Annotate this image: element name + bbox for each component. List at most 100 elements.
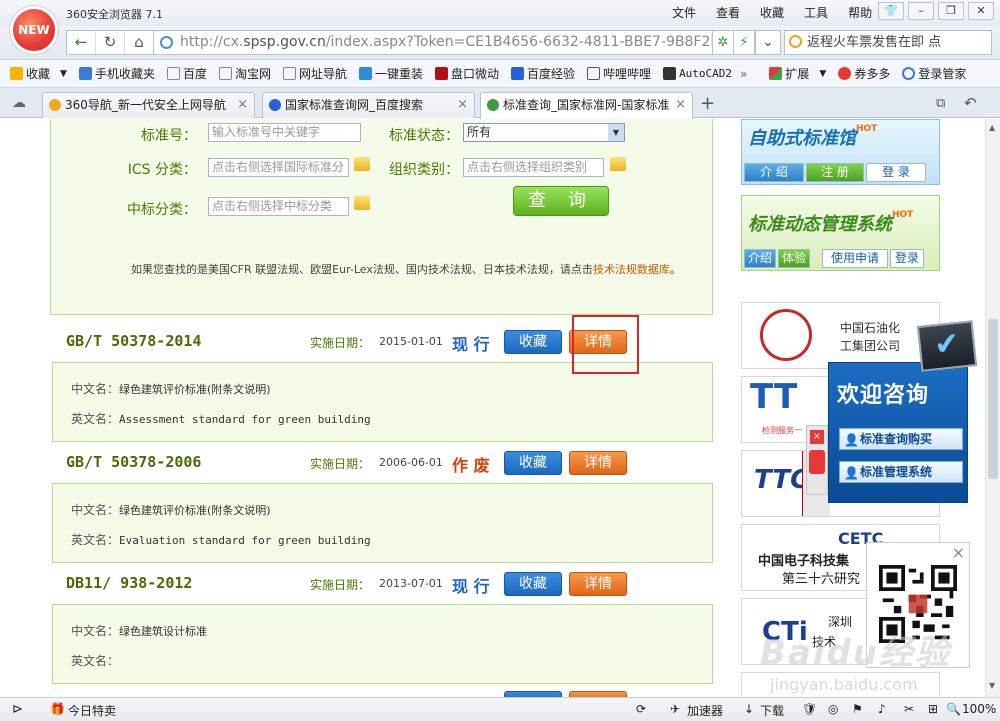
- grid-icon[interactable]: ⊞: [928, 702, 938, 716]
- menu-bar: 文件 查看 收藏 工具 帮助: [662, 4, 882, 21]
- record-code[interactable]: GB/T 50378-2014: [66, 332, 201, 350]
- folder-icon[interactable]: [354, 196, 370, 210]
- side-float-tab[interactable]: ×: [806, 425, 828, 495]
- login-button[interactable]: 登 录: [866, 163, 926, 182]
- favorite-button[interactable]: 收藏: [504, 330, 562, 354]
- menu-tools[interactable]: 工具: [794, 4, 838, 21]
- bookmark-nav[interactable]: 网址导航: [282, 65, 347, 82]
- lightning-icon[interactable]: ⚡: [733, 30, 755, 55]
- bookmark-baidu-exp[interactable]: 百度经验: [511, 65, 575, 82]
- more-icon[interactable]: »: [740, 67, 747, 81]
- today-deals-link[interactable]: 今日特卖: [68, 702, 116, 719]
- zoom-level[interactable]: 100%: [962, 702, 996, 716]
- favorite-button[interactable]: 收藏: [504, 451, 562, 475]
- skin-icon[interactable]: 👕: [878, 2, 904, 20]
- bookmark-login[interactable]: 登录管家: [902, 65, 966, 82]
- refresh-status-icon[interactable]: ⟳: [636, 702, 646, 716]
- close-tab-icon[interactable]: ×: [675, 93, 686, 117]
- trial-button[interactable]: 体验: [778, 249, 810, 268]
- menu-help[interactable]: 帮助: [838, 4, 882, 21]
- consult-query-buy[interactable]: 👤 标准查询购买: [839, 428, 963, 450]
- dynamic-mgmt-title[interactable]: 标准动态管理系统: [748, 214, 892, 235]
- bookmark-autocad[interactable]: AutoCAD2»: [663, 67, 747, 81]
- minimize-icon[interactable]: –: [908, 2, 934, 20]
- undo-icon[interactable]: ↶: [964, 94, 977, 112]
- autocad-icon: [663, 67, 677, 80]
- restore-icon[interactable]: ❐: [938, 2, 964, 20]
- sinopec-logo-icon: [760, 309, 812, 361]
- detail-button[interactable]: 详情: [569, 451, 627, 475]
- sidebar-toggle-icon[interactable]: ⊳: [12, 702, 23, 717]
- self-service-title[interactable]: 自助式标准馆: [748, 128, 856, 149]
- status-select[interactable]: 所有 ▼: [463, 123, 625, 142]
- bookmark-taobao[interactable]: 淘宝网: [218, 65, 271, 82]
- favorite-button[interactable]: 收藏: [504, 572, 562, 596]
- clip-icon[interactable]: ✂: [904, 702, 914, 716]
- scroll-down-icon[interactable]: ▼: [989, 681, 995, 690]
- record-code[interactable]: DB11/ 938-2012: [66, 574, 192, 592]
- tab-360-nav[interactable]: 360导航_新一代安全上网导航 ×: [42, 92, 255, 118]
- std-no-input[interactable]: 输入标准号中关键字: [208, 123, 361, 142]
- accelerator-button[interactable]: 加速器: [687, 702, 723, 719]
- record-header: DB11/ 938-2012 实施日期： 2013-07-01 现 行 收藏 详…: [66, 572, 646, 596]
- menu-view[interactable]: 查看: [706, 4, 750, 21]
- scroll-thumb[interactable]: [988, 319, 998, 479]
- download-button[interactable]: 下载: [760, 702, 784, 719]
- search-input[interactable]: 返程火车票发售在即 点: [784, 30, 992, 55]
- query-button[interactable]: 查 询: [513, 186, 609, 216]
- dropdown-icon[interactable]: ⌄: [755, 30, 781, 55]
- home-icon[interactable]: ⌂: [125, 31, 154, 54]
- close-icon[interactable]: ×: [810, 430, 824, 444]
- intro-button[interactable]: 介 绍: [744, 163, 804, 182]
- star-icon: [10, 67, 23, 80]
- bookmark-baidu[interactable]: 百度: [166, 65, 207, 82]
- detail-button[interactable]: 详情: [569, 572, 627, 596]
- bookmark-mobile[interactable]: 手机收藏夹: [78, 65, 155, 82]
- tab-list-icon[interactable]: ⧉: [936, 96, 945, 111]
- page-icon: [218, 67, 232, 80]
- refresh-icon[interactable]: ↻: [96, 31, 125, 54]
- consult-mgmt-system[interactable]: 👤 标准管理系统: [839, 461, 963, 483]
- bookmark-bilibili[interactable]: 哔哩哔哩: [587, 65, 651, 82]
- status-badge: 现 行: [452, 577, 490, 596]
- org-input[interactable]: 点击右侧选择组织类别: [463, 158, 604, 177]
- close-icon[interactable]: ×: [952, 543, 965, 562]
- logo-sinopec[interactable]: 中国石油化工集团公司: [741, 302, 940, 369]
- bookmark-favorites[interactable]: 收藏 ▼: [10, 65, 67, 82]
- back-icon[interactable]: ←: [67, 31, 96, 54]
- cloud-icon[interactable]: ☁: [12, 95, 26, 111]
- tab-standard-query[interactable]: 标准查询_国家标准网-国家标准 ×: [480, 92, 693, 119]
- date-value: 2006-06-01: [379, 456, 443, 469]
- intro2-button[interactable]: 介绍: [744, 249, 776, 268]
- regulation-db-link[interactable]: 技术法规数据库: [593, 263, 670, 276]
- login2-button[interactable]: 登录: [890, 249, 924, 268]
- bookmark-reinstall[interactable]: 一键重装: [359, 65, 423, 82]
- bookmark-extensions[interactable]: 扩展 ▼: [769, 65, 826, 82]
- flag-icon[interactable]: ⚑: [852, 702, 863, 716]
- ccs-input[interactable]: 点击右侧选择中标分类: [208, 197, 349, 216]
- eye-icon[interactable]: ◎: [828, 702, 838, 716]
- new-tab-icon[interactable]: +: [700, 93, 715, 114]
- close-icon[interactable]: ✕: [968, 2, 994, 20]
- menu-favorites[interactable]: 收藏: [750, 4, 794, 21]
- register-button[interactable]: 注 册: [806, 163, 864, 182]
- ics-input[interactable]: 点击右侧选择国际标准分: [208, 158, 349, 177]
- scroll-up-icon[interactable]: ▲: [989, 123, 995, 132]
- folder-icon[interactable]: [354, 157, 370, 171]
- bookmark-coupons[interactable]: 券多多: [838, 65, 890, 82]
- close-tab-icon[interactable]: ×: [457, 93, 468, 117]
- shield-icon[interactable]: 🛡: [802, 702, 817, 716]
- apply-button[interactable]: 使用申请: [822, 249, 888, 268]
- bookmark-stock[interactable]: 盘口微动: [435, 65, 499, 82]
- sound-icon[interactable]: ♪: [878, 702, 886, 716]
- url-input[interactable]: http://cx.spsp.gov.cn/index.aspx?Token=C…: [153, 30, 728, 55]
- record-code[interactable]: GB/T 50378-2006: [66, 453, 201, 471]
- en-name-label: 英文名：: [71, 412, 120, 426]
- tab-baidu-search[interactable]: 国家标准查询网_百度搜索 ×: [262, 92, 475, 118]
- security-icon[interactable]: ✲: [712, 30, 734, 55]
- close-tab-icon[interactable]: ×: [237, 93, 248, 117]
- folder-icon[interactable]: [610, 157, 626, 171]
- vertical-scrollbar[interactable]: ▲ ▼: [985, 119, 1000, 697]
- browser-logo[interactable]: NEW: [10, 6, 58, 54]
- menu-file[interactable]: 文件: [662, 4, 706, 21]
